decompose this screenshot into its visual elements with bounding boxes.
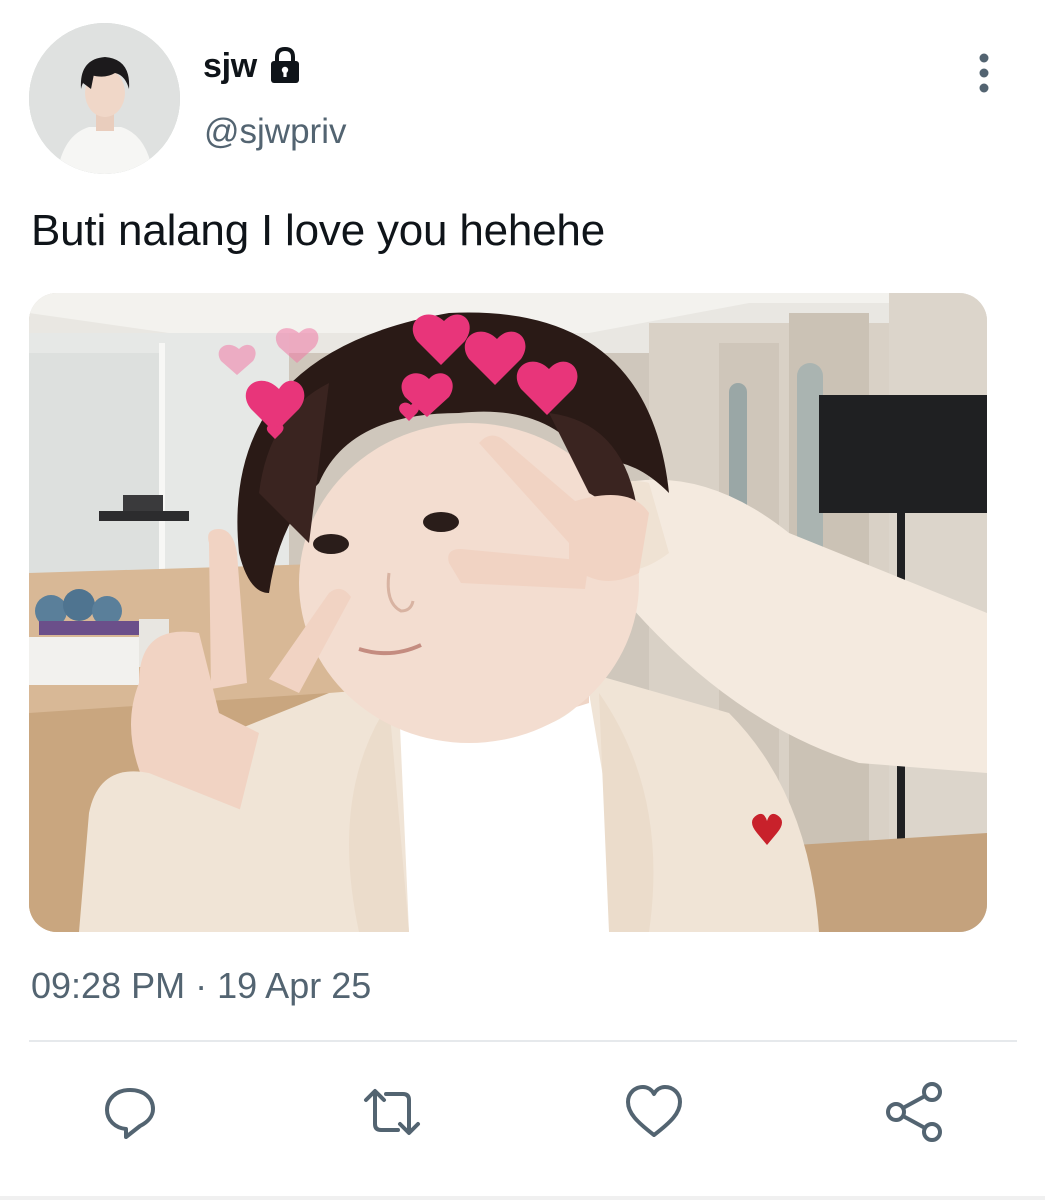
- display-name[interactable]: sjw: [203, 44, 257, 88]
- avatar[interactable]: [29, 23, 180, 174]
- more-vertical-icon: [979, 53, 989, 93]
- author-name-row: sjw: [203, 44, 305, 88]
- share-button[interactable]: [882, 1080, 946, 1144]
- bottom-edge: [0, 1196, 1045, 1200]
- share-icon: [886, 1082, 942, 1142]
- reply-icon: [105, 1088, 155, 1139]
- divider: [29, 1040, 1017, 1042]
- lock-icon: [265, 46, 305, 86]
- tweet-photo[interactable]: [29, 293, 987, 932]
- reply-button[interactable]: [98, 1080, 162, 1144]
- tweet-timestamp[interactable]: 09:28 PM · 19 Apr 25: [31, 962, 371, 1010]
- tweet-date: 19 Apr 25: [217, 965, 372, 1006]
- heart-icon: [626, 1085, 682, 1137]
- tweet-time: 09:28 PM: [31, 965, 186, 1006]
- retweet-icon: [364, 1089, 420, 1135]
- handle[interactable]: @sjwpriv: [204, 110, 346, 154]
- retweet-button[interactable]: [360, 1080, 424, 1144]
- tweet-text: Buti nalang I love you hehehe: [31, 206, 605, 255]
- like-button[interactable]: [622, 1080, 686, 1144]
- timestamp-separator: ·: [195, 965, 208, 1006]
- more-options-button[interactable]: [964, 50, 1004, 96]
- tweet-card: sjw @sjwpriv Buti nalang I love you hehe…: [0, 0, 1045, 1200]
